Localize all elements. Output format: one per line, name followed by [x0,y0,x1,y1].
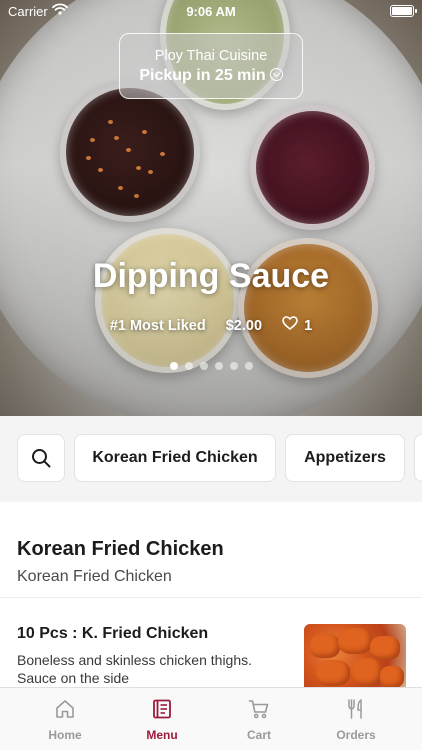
menu-item-name: 10 Pcs : K. Fried Chicken [17,625,209,642]
tab-cart[interactable]: Cart [209,688,309,750]
status-time: 9:06 AM [186,4,236,19]
hero-rank: #1 Most Liked [109,318,206,335]
category-chip-appetizers[interactable]: Appetizers [285,434,405,482]
section-subtitle: Korean Fried Chicken [17,568,172,585]
battery-icon [390,5,417,17]
cart-icon [248,700,269,719]
home-icon [56,700,74,718]
page-dot[interactable] [244,362,253,370]
page-dot[interactable] [214,362,223,370]
section-title: Korean Fried Chicken [17,538,224,560]
pickup-time: Pickup in 25 min [120,67,302,85]
status-bar: Carrier 9:06 AM [0,0,422,22]
page-dot[interactable] [199,362,208,370]
tab-orders[interactable]: Orders [306,688,406,750]
menu-book-icon [153,699,171,719]
page-dot[interactable] [169,362,178,370]
menu-item-row[interactable]: 10 Pcs : K. Fried Chicken Boneless and s… [0,598,422,698]
tab-cart-label: Cart [246,728,271,742]
search-button[interactable] [17,434,65,482]
hero-meta: #1 Most Liked $2.00 1 [0,316,422,334]
tab-home[interactable]: Home [15,688,115,750]
hero-price: $2.00 [225,318,263,335]
pickup-eta: Pickup in 25 min [139,67,266,84]
category-chip-next[interactable] [414,434,422,482]
hero-banner[interactable]: Carrier 9:06 AM Ploy Thai Cuisine Pickup… [0,0,422,416]
menu-item-description: Boneless and skinless chicken thighs. Sa… [17,652,253,686]
restaurant-name: Ploy Thai Cuisine [154,48,268,64]
category-bar: Korean Fried Chicken Appetizers [0,416,422,502]
page-dot[interactable] [229,362,238,370]
search-icon [32,449,51,468]
hero-likes: 1 [304,318,313,335]
tab-home-label: Home [48,728,82,742]
pickup-selector[interactable]: Ploy Thai Cuisine Pickup in 25 min [119,33,303,99]
page-dot[interactable] [184,362,193,370]
tab-menu-label: Menu [146,728,178,742]
menu-item-photo [304,624,406,696]
hero-title: Dipping Sauce [92,257,330,295]
category-chip-korean-fried-chicken[interactable]: Korean Fried Chicken [74,434,276,482]
menu-section-header: Korean Fried Chicken Korean Fried Chicke… [0,502,422,598]
tab-bar: Home Menu Cart Orders [0,687,422,750]
fork-knife-icon [348,699,362,719]
tab-orders-label: Orders [336,728,376,742]
hero-page-indicator[interactable] [0,357,422,375]
chevron-down-circle-icon [269,68,283,81]
tab-menu[interactable]: Menu [112,688,212,750]
heart-icon[interactable] [282,316,298,330]
